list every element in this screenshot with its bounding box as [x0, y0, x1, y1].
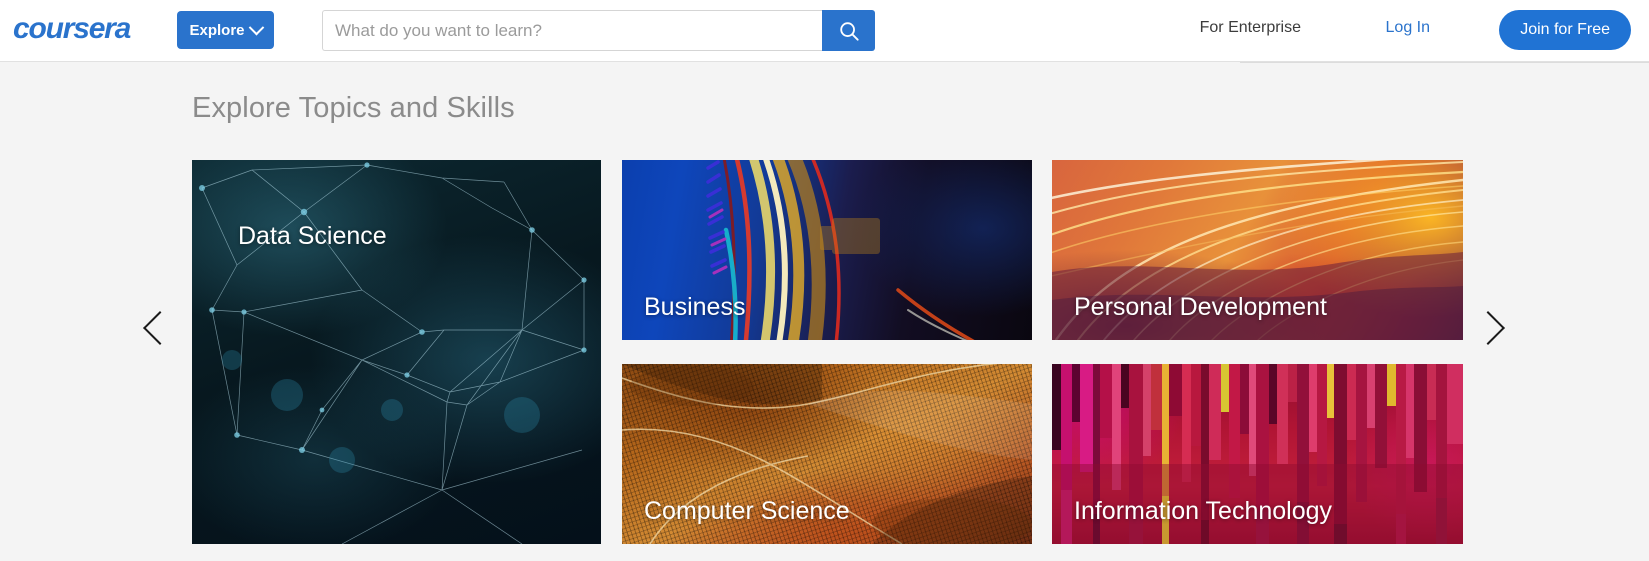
carousel-next-button[interactable] — [1468, 298, 1508, 358]
topic-card-business[interactable]: Business — [622, 160, 1032, 340]
topic-card-information-technology[interactable]: Information Technology — [1052, 364, 1463, 544]
explore-topics-section: Explore Topics and Skills Data Science B… — [0, 63, 1649, 561]
search-button[interactable] — [822, 10, 875, 51]
join-for-free-button[interactable]: Join for Free — [1499, 10, 1631, 50]
card-label: Information Technology — [1074, 497, 1333, 525]
topic-card-data-science[interactable]: Data Science — [192, 160, 601, 544]
card-artwork-network-nodes — [192, 160, 601, 544]
page-title: Explore Topics and Skills — [192, 92, 515, 124]
topic-card-computer-science[interactable]: Computer Science — [622, 364, 1032, 544]
card-label: Computer Science — [644, 497, 850, 525]
carousel-prev-button[interactable] — [140, 298, 180, 358]
topic-card-personal-development[interactable]: Personal Development — [1052, 160, 1463, 340]
chevron-down-icon — [248, 19, 264, 35]
search-input[interactable] — [322, 10, 822, 51]
chevron-right-icon — [1471, 311, 1505, 345]
card-label: Personal Development — [1074, 293, 1327, 321]
explore-button-label: Explore — [189, 21, 245, 39]
for-enterprise-link[interactable]: For Enterprise — [1200, 19, 1301, 37]
search-bar — [322, 10, 875, 51]
site-header: coursera Explore For Enterprise Log In J… — [0, 0, 1649, 62]
explore-button[interactable]: Explore — [177, 11, 274, 49]
coursera-wordmark-logo: coursera — [13, 12, 132, 45]
coursera-logo[interactable]: coursera — [13, 12, 173, 46]
card-label: Business — [644, 293, 746, 321]
svg-text:coursera: coursera — [13, 12, 131, 45]
search-icon — [839, 21, 859, 41]
log-in-link[interactable]: Log In — [1386, 19, 1430, 37]
card-label: Data Science — [238, 222, 387, 250]
chevron-left-icon — [143, 311, 177, 345]
